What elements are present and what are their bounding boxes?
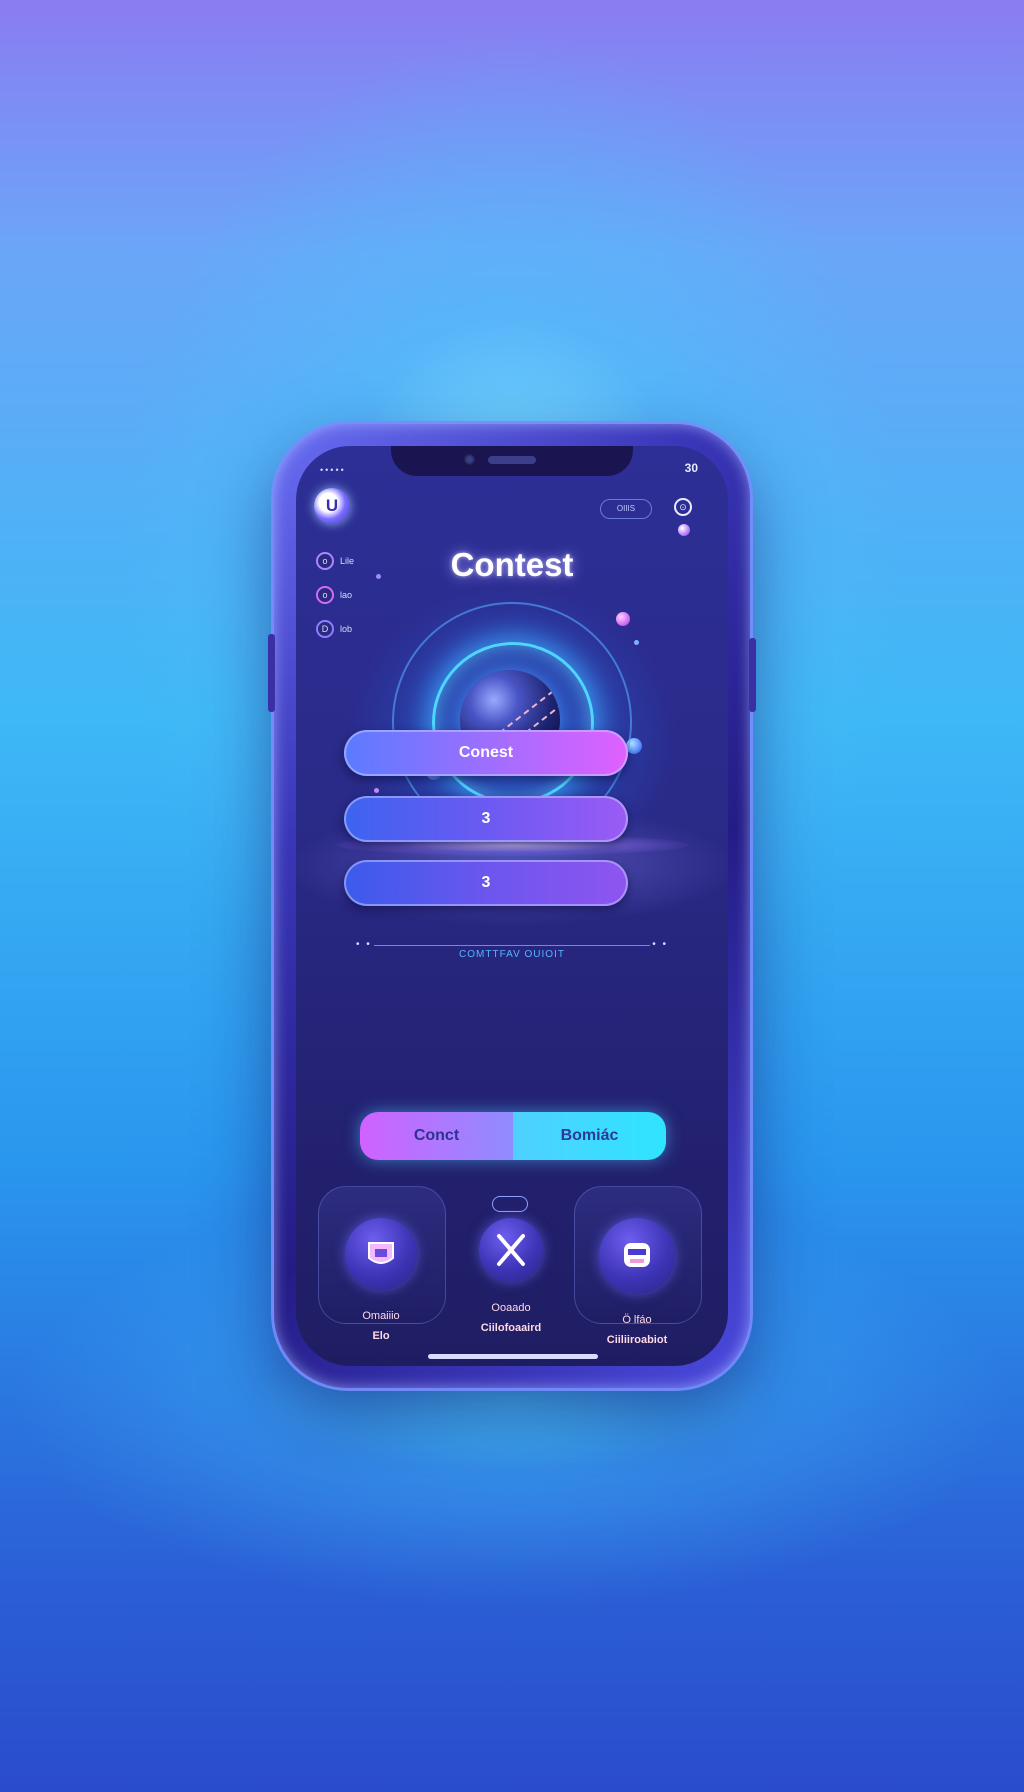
home-indicator[interactable] (428, 1354, 598, 1359)
decor-orb (376, 574, 381, 579)
role-bowler[interactable]: Omaiiio Elo (316, 1218, 446, 1342)
side-menu-label: lob (340, 624, 353, 634)
role-keeper[interactable]: Ö lfáo Ciiliiroabiot (572, 1218, 702, 1346)
page-title: Contest (450, 546, 574, 583)
menu-dot-icon: D (316, 620, 334, 638)
contest-action-button[interactable]: Conct Bomiác (360, 1112, 666, 1160)
status-indicator: 30 (684, 461, 698, 475)
decor-orb (678, 524, 690, 536)
phone-notch (391, 446, 633, 476)
role-title: Ooaado (491, 1302, 531, 1314)
side-menu-item[interactable]: D lob (316, 620, 354, 638)
link-icon (492, 1196, 528, 1212)
contest-button[interactable]: Conest (344, 730, 628, 776)
status-signal: ••••• (320, 465, 346, 475)
contest-action-right[interactable]: Bomiác (513, 1112, 666, 1160)
side-menu-label: lao (340, 590, 353, 600)
role-subtitle: Ciiliiroabiot (606, 1334, 668, 1346)
menu-dot-icon: o (316, 586, 334, 604)
role-subtitle: Elo (372, 1330, 390, 1342)
role-title: Ö lfáo (622, 1314, 652, 1326)
camera-icon (464, 454, 475, 465)
divider-caption: COMTTFAV OUIOIT (459, 949, 565, 960)
speaker-grille (488, 456, 536, 464)
decor-orb (374, 788, 379, 793)
phone-power-button (749, 638, 756, 712)
role-title: Omaiiio (362, 1310, 400, 1322)
keeper-avatar-icon (599, 1218, 675, 1294)
option-button-2[interactable]: 3 (344, 860, 628, 906)
phone-frame: ••••• 30 U OIIIS ⊙ o Lile o lao D lob Co… (268, 424, 756, 1388)
divider-line (374, 945, 650, 946)
decor-orb (634, 640, 639, 645)
side-menu-item[interactable]: o lao (316, 586, 354, 604)
app-logo-icon[interactable]: U (314, 488, 350, 524)
crossed-bats-icon (479, 1218, 543, 1282)
phone-volume-button (268, 634, 275, 712)
section-divider: • • • • COMTTFAV OUIOIT (356, 939, 668, 962)
bowler-avatar-icon (345, 1218, 417, 1290)
header-pill[interactable]: OIIIS (600, 499, 652, 519)
option-button-1[interactable]: 3 (344, 796, 628, 842)
settings-icon[interactable]: ⊙ (674, 498, 692, 516)
role-batsman[interactable]: Ooaado Ciilofoaaird (446, 1218, 576, 1334)
contest-action-left[interactable]: Conct (360, 1112, 513, 1160)
role-subtitle: Ciilofoaaird (480, 1322, 542, 1334)
